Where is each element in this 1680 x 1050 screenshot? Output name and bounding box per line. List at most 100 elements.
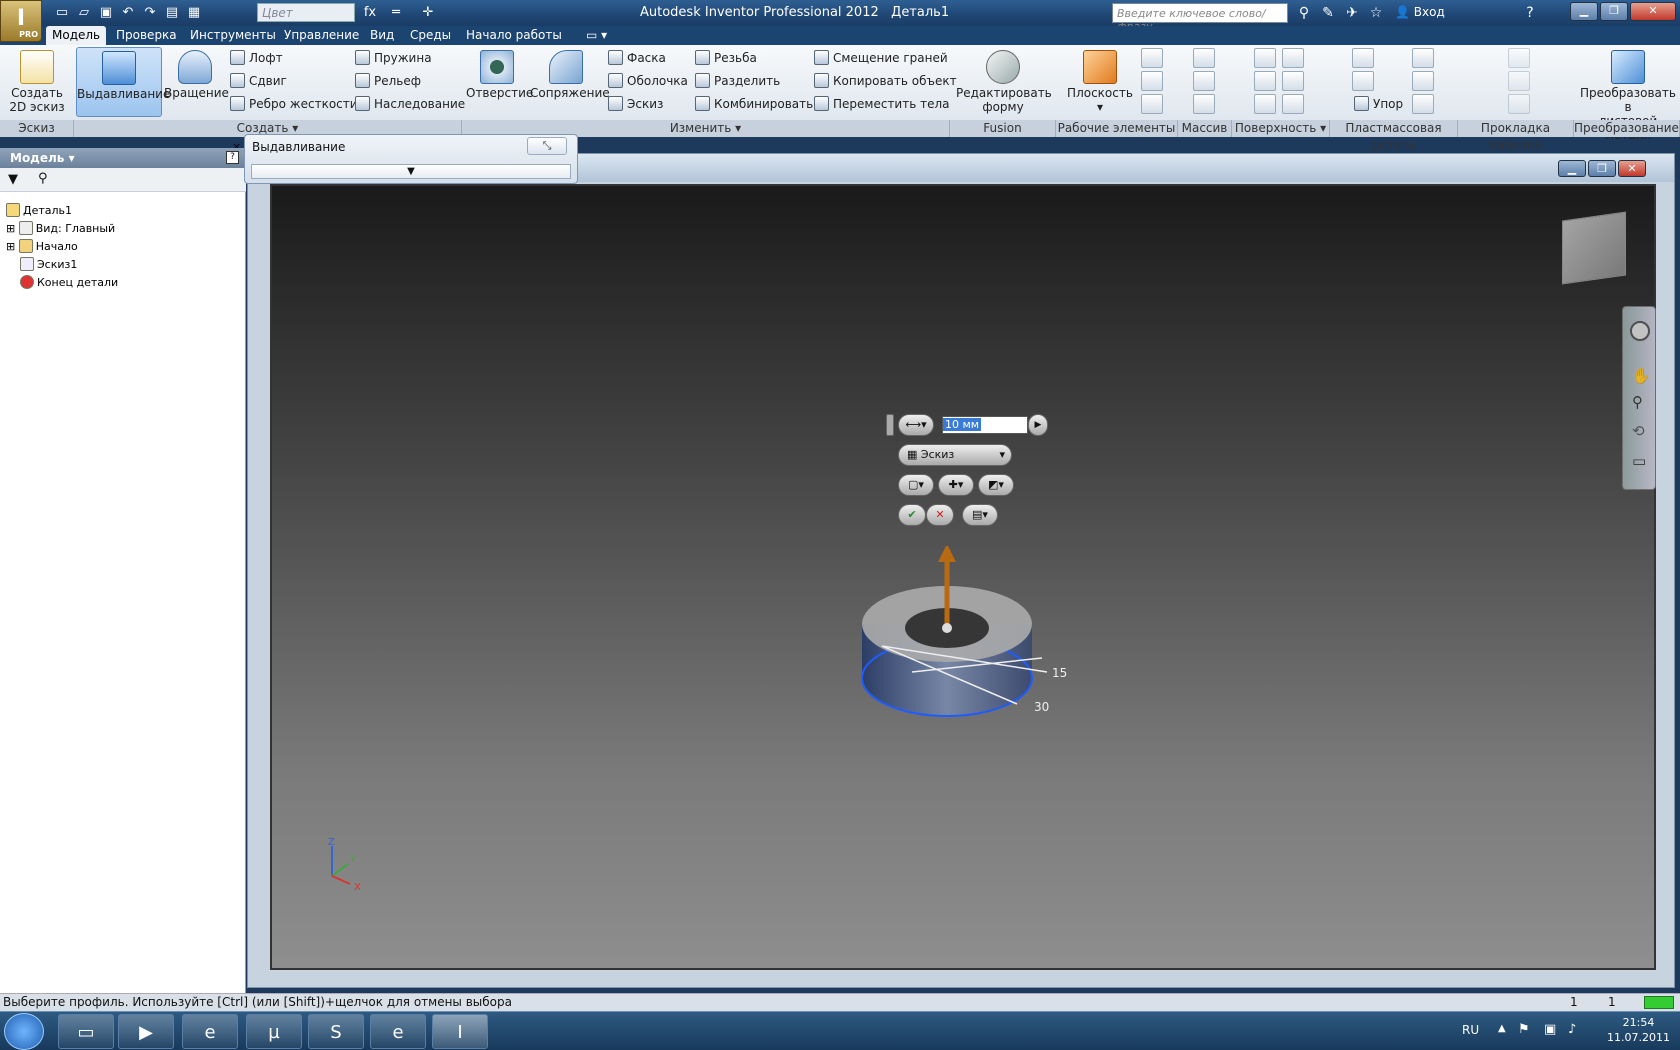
coil-button[interactable]: Пружина — [355, 48, 432, 68]
viewcube[interactable] — [1562, 211, 1626, 285]
system-clock[interactable]: 21:54 11.07.2011 — [1607, 1015, 1670, 1045]
snap-fit-icon[interactable] — [1412, 48, 1434, 68]
doc-close-button[interactable]: ✕ — [1618, 160, 1646, 177]
ucs-icon[interactable] — [1141, 94, 1163, 114]
thicken-icon[interactable] — [1254, 71, 1276, 91]
pan-hand-icon[interactable]: ✋ — [1632, 367, 1651, 385]
tab-manage[interactable]: Управление — [278, 26, 365, 45]
color-selector[interactable]: Цвет — [257, 3, 355, 22]
binoculars-icon[interactable]: ⚲ — [1294, 3, 1314, 23]
doc-restore-button[interactable]: ❐ — [1588, 160, 1616, 177]
derive-button[interactable]: Наследование — [355, 94, 465, 114]
look-at-icon[interactable]: ▭ — [1632, 452, 1646, 470]
measure-icon[interactable]: ═ — [386, 3, 406, 23]
cable-connector-icon[interactable] — [1508, 71, 1530, 91]
tree-item-part[interactable]: Деталь1 — [6, 203, 72, 217]
skype-icon[interactable]: S — [308, 1014, 364, 1049]
tree-item-sketch1[interactable]: Эскиз1 — [20, 257, 77, 271]
tab-environments[interactable]: Среды — [404, 26, 457, 45]
combine-button[interactable]: Комбинировать — [695, 94, 813, 114]
sweep-button[interactable]: Сдвиг — [230, 71, 287, 91]
ok-check-icon[interactable]: ✔ — [898, 504, 926, 526]
options-menu-dropdown[interactable]: ▤▾ — [962, 504, 998, 526]
move-bodies-button[interactable]: Переместить тела — [814, 94, 950, 114]
internet-explorer-2-icon[interactable]: e — [370, 1014, 426, 1049]
orbit-icon[interactable]: ⟲ — [1632, 422, 1645, 440]
lip-icon[interactable] — [1412, 94, 1434, 114]
cable-segment-icon[interactable] — [1508, 94, 1530, 114]
tray-volume-icon[interactable]: ♪ — [1568, 1022, 1576, 1037]
revolve-button[interactable]: Вращение — [164, 47, 229, 117]
panel-surface-label[interactable]: Поверхность ▾ — [1232, 120, 1330, 137]
restore-button[interactable]: ❐ — [1600, 2, 1628, 21]
patch-icon[interactable] — [1282, 48, 1304, 68]
undo-icon[interactable]: ↶ — [118, 3, 138, 23]
rectangular-pattern-icon[interactable] — [1193, 48, 1215, 68]
project-icon[interactable]: ▤ — [162, 3, 182, 23]
rule-fillet-icon[interactable] — [1412, 71, 1434, 91]
utorrent-icon[interactable]: µ — [246, 1014, 302, 1049]
face-draft-button[interactable]: Эскиз — [608, 94, 663, 114]
extrude-button[interactable]: Выдавливание — [76, 47, 170, 117]
mirror-icon[interactable] — [1193, 94, 1215, 114]
work-point-icon[interactable] — [1141, 71, 1163, 91]
return-icon[interactable]: ▦ — [184, 3, 204, 23]
extrude-dialog-collapse-button[interactable]: ⤡ — [527, 137, 567, 155]
tree-item-origin[interactable]: ⊞ Начало — [6, 239, 78, 253]
work-axis-icon[interactable] — [1141, 48, 1163, 68]
chamfer-button[interactable]: Фаска — [608, 48, 666, 68]
minimize-button[interactable]: ▁ — [1570, 2, 1598, 21]
browser-help-icon[interactable]: ? — [226, 151, 239, 164]
login-button[interactable]: 👤 Вход — [1395, 5, 1445, 19]
tab-model[interactable]: Модель — [46, 26, 107, 45]
filter-icon[interactable]: ▼ — [8, 172, 18, 187]
direction-dropdown[interactable]: ◩▾ — [978, 474, 1014, 496]
tray-network-icon[interactable]: ▣ — [1544, 1022, 1556, 1037]
distance-arrow-button[interactable]: ▶ — [1028, 414, 1048, 436]
minitoolbar-grip[interactable] — [886, 414, 894, 436]
new-file-icon[interactable]: ▭ — [52, 3, 72, 23]
tab-overflow-icon[interactable]: ▭ ▾ — [580, 26, 613, 45]
tree-item-view[interactable]: ⊞ Вид: Главный — [6, 221, 115, 235]
tray-flag-icon[interactable]: ⚑ — [1518, 1022, 1530, 1037]
cancel-x-icon[interactable]: ✕ — [926, 504, 954, 526]
move-face-button[interactable]: Смещение граней — [814, 48, 948, 68]
plane-button[interactable]: Плоскость ▾ — [1062, 47, 1138, 117]
browser-header[interactable]: Модель ▾ — [0, 148, 246, 168]
create-2d-sketch-button[interactable]: Создать 2D эскиз — [4, 47, 70, 117]
shell-button[interactable]: Оболочка — [608, 71, 688, 91]
rest-button[interactable]: Упор — [1354, 94, 1403, 114]
extrude-dialog-expand-button[interactable]: ▼ — [251, 164, 571, 179]
extents-dropdown[interactable]: ⟷▾ — [898, 414, 934, 436]
subscription-icon[interactable]: ✎ — [1318, 3, 1338, 23]
close-button[interactable]: ✕ — [1630, 2, 1676, 21]
zoom-icon[interactable]: ⚲ — [1632, 393, 1643, 411]
dimension-15-label[interactable]: 15 — [1052, 666, 1067, 680]
join-operation-dropdown[interactable]: ✚▾ — [938, 474, 974, 496]
grill-icon[interactable] — [1352, 48, 1374, 68]
copy-object-button[interactable]: Копировать объект — [814, 71, 957, 91]
help-icon[interactable]: ? — [1520, 3, 1540, 23]
dimension-30-label[interactable]: 30 — [1034, 700, 1049, 714]
distance-input[interactable]: 10 мм — [942, 416, 1028, 434]
communication-icon[interactable]: ✈ — [1342, 3, 1362, 23]
internet-explorer-icon[interactable]: e — [182, 1014, 238, 1049]
tab-tools[interactable]: Инструменты — [184, 26, 282, 45]
fillet-button[interactable]: Сопряжение — [530, 47, 610, 117]
search-input[interactable]: Введите ключевое слово/фразу — [1112, 3, 1288, 33]
cable-icon[interactable] — [1508, 48, 1530, 68]
start-button[interactable] — [4, 1013, 44, 1050]
application-menu-button[interactable]: I PRO — [0, 0, 42, 42]
favorites-star-icon[interactable]: ☆ — [1366, 3, 1386, 23]
thread-button[interactable]: Резьба — [695, 48, 757, 68]
split-button[interactable]: Разделить — [695, 71, 780, 91]
tree-item-end-of-part[interactable]: Конец детали — [20, 275, 118, 289]
save-icon[interactable]: ▣ — [96, 3, 116, 23]
explorer-icon[interactable]: ▭ — [58, 1014, 114, 1049]
profile-selector[interactable]: ▦ Эскиз ▾ — [898, 444, 1012, 466]
hole-button[interactable]: Отверстие — [466, 47, 533, 117]
tab-inspect[interactable]: Проверка — [110, 26, 183, 45]
open-file-icon[interactable]: ▱ — [74, 3, 94, 23]
circular-pattern-icon[interactable] — [1193, 71, 1215, 91]
trim-icon[interactable] — [1282, 71, 1304, 91]
